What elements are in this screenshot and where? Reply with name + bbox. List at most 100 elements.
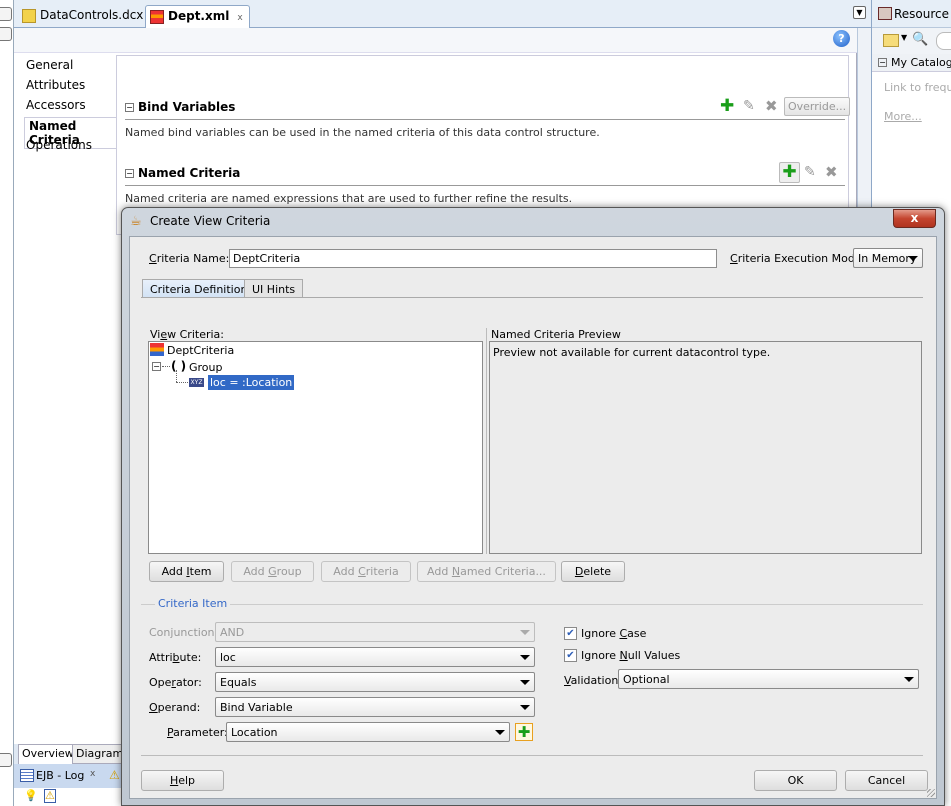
warning-filter-icon[interactable]: ⚠ bbox=[44, 789, 56, 803]
add-icon[interactable]: ✚ bbox=[720, 96, 734, 116]
chevron-down-icon bbox=[520, 655, 530, 660]
operator-select[interactable]: Equals bbox=[215, 672, 535, 692]
conjunction-select[interactable]: AND bbox=[215, 622, 535, 642]
minimize-button[interactable] bbox=[0, 7, 12, 21]
nav-accessors[interactable]: Accessors bbox=[26, 98, 86, 112]
close-tab-icon[interactable]: x bbox=[237, 13, 242, 23]
close-log-icon[interactable]: x bbox=[90, 769, 95, 779]
cancel-button[interactable]: Cancel bbox=[845, 770, 928, 791]
chevron-down-icon bbox=[908, 256, 918, 261]
tree-line bbox=[176, 382, 188, 383]
collapse-icon[interactable]: − bbox=[125, 169, 134, 178]
attribute-select[interactable]: loc bbox=[215, 647, 535, 667]
tab-datacontrols[interactable]: DataControls.dcxx bbox=[18, 5, 163, 28]
collapse-icon[interactable]: − bbox=[878, 58, 887, 67]
log-icon bbox=[20, 769, 34, 782]
tab-overview[interactable]: Overview bbox=[18, 744, 78, 764]
chevron-down-icon bbox=[904, 677, 914, 682]
tree-item-selected[interactable]: loc = :Location bbox=[208, 375, 295, 390]
my-catalogs-header[interactable]: −My Catalogs bbox=[872, 54, 951, 72]
add-parameter-button[interactable]: ✚ bbox=[515, 723, 533, 741]
nav-attributes[interactable]: Attributes bbox=[26, 78, 85, 92]
criteria-item-divider bbox=[141, 604, 923, 605]
operand-select[interactable]: Bind Variable bbox=[215, 697, 535, 717]
help-button[interactable]: Help bbox=[141, 770, 224, 791]
xml-structure-icon bbox=[150, 10, 164, 24]
criteria-name-input[interactable]: DeptCriteria bbox=[229, 249, 717, 268]
search-icon[interactable]: 🔍 bbox=[912, 32, 928, 47]
criteria-item-legend: Criteria Item bbox=[155, 597, 231, 610]
new-catalog-icon[interactable] bbox=[883, 34, 899, 47]
create-view-criteria-dialog: ☕ Create View Criteria x Criteria Name: … bbox=[121, 207, 945, 806]
delete-icon[interactable]: ✖ bbox=[825, 163, 838, 181]
ignore-null-checkbox[interactable]: ✔ bbox=[564, 649, 577, 662]
add-named-criteria-button[interactable]: Add Named Criteria... bbox=[417, 561, 556, 582]
log-tab-label[interactable]: EJB - Log bbox=[36, 769, 84, 782]
criteria-name-label: Criteria Name: bbox=[149, 252, 230, 265]
ok-button[interactable]: OK bbox=[754, 770, 837, 791]
ignore-case-checkbox[interactable]: ✔ bbox=[564, 627, 577, 640]
validation-select[interactable]: Optional bbox=[618, 669, 919, 689]
attribute-label: Attribute: bbox=[149, 651, 202, 664]
view-criteria-tree[interactable]: DeptCriteria − ( ) Group XYZ loc = :Loca… bbox=[148, 341, 483, 554]
nav-general[interactable]: General bbox=[26, 58, 73, 72]
delete-button[interactable]: Delete bbox=[561, 561, 625, 582]
add-named-criteria-icon[interactable]: ✚ bbox=[779, 162, 800, 183]
view-criteria-label: View Criteria: bbox=[150, 328, 224, 341]
bind-variables-header: − Bind Variables bbox=[125, 100, 845, 120]
collapse-icon[interactable]: − bbox=[125, 103, 134, 112]
preview-label: Named Criteria Preview bbox=[491, 328, 621, 341]
named-criteria-description: Named criteria are named expressions tha… bbox=[125, 192, 573, 205]
tree-collapse-icon[interactable]: − bbox=[152, 362, 161, 371]
validation-label: Validation: bbox=[564, 674, 623, 687]
help-icon[interactable]: ? bbox=[833, 30, 850, 47]
xyz-attribute-icon: XYZ bbox=[189, 378, 204, 387]
chevron-down-icon bbox=[520, 705, 530, 710]
add-group-button[interactable]: Add Group bbox=[231, 561, 314, 582]
bottom-tabs: Overview Diagram bbox=[14, 744, 128, 764]
override-button[interactable]: Override... bbox=[784, 97, 851, 116]
tab-diagram[interactable]: Diagram bbox=[72, 744, 128, 764]
tree-line bbox=[176, 370, 177, 382]
tree-group[interactable]: Group bbox=[189, 361, 223, 374]
resource-toolbar: ▼ 🔍 bbox=[872, 28, 951, 54]
dialog-close-button[interactable]: x bbox=[893, 209, 936, 228]
add-item-button[interactable]: Add Item bbox=[149, 561, 224, 582]
bind-variables-description: Named bind variables can be used in the … bbox=[125, 126, 600, 139]
search-input[interactable] bbox=[936, 32, 951, 50]
splitter[interactable] bbox=[486, 328, 487, 554]
dialog-body: Criteria Name: DeptCriteria Criteria Exe… bbox=[129, 236, 937, 799]
dropdown-arrow-icon[interactable]: ▼ bbox=[901, 33, 907, 42]
tab-ui-hints[interactable]: UI Hints bbox=[244, 279, 304, 297]
warning-icon: ⚠ bbox=[109, 768, 120, 782]
dropdown-button[interactable] bbox=[0, 27, 12, 41]
operator-label: Operator: bbox=[149, 676, 202, 689]
add-criteria-button[interactable]: Add Criteria bbox=[321, 561, 411, 582]
edit-icon[interactable]: ✎ bbox=[743, 98, 755, 114]
tab-dept-xml[interactable]: Dept.xml x bbox=[145, 5, 250, 28]
tab-criteria-definition[interactable]: Criteria Definition bbox=[142, 279, 256, 297]
tab-divider bbox=[141, 297, 923, 298]
operand-label: Operand: bbox=[149, 701, 201, 714]
resize-grip[interactable] bbox=[927, 789, 935, 797]
java-cup-icon: ☕ bbox=[130, 214, 142, 229]
log-area: 💡 ⚠ bbox=[14, 788, 124, 806]
tab-list-dropdown[interactable]: ▼ bbox=[853, 6, 866, 19]
add-icon: ✚ bbox=[517, 723, 531, 741]
editor-tab-bar: DataControls.dcxx Dept.xmlx ▼ bbox=[14, 0, 871, 28]
execution-mode-select[interactable]: In Memory bbox=[853, 248, 923, 268]
parameter-select[interactable]: Location bbox=[226, 722, 510, 742]
minimize-button-bottom[interactable] bbox=[0, 753, 12, 767]
edit-icon[interactable]: ✎ bbox=[804, 164, 816, 180]
parameter-label: Parameter: bbox=[167, 726, 228, 739]
folder-icon bbox=[22, 9, 36, 23]
ignore-case-label: Ignore Case bbox=[581, 627, 647, 640]
nav-operations[interactable]: Operations bbox=[26, 138, 92, 152]
log-tab-bar: EJB - Log x ⚠ bbox=[14, 764, 124, 788]
more-link[interactable]: More... bbox=[884, 110, 922, 123]
named-criteria-header: − Named Criteria bbox=[125, 166, 845, 186]
resource-palette-title: Resource Palette bbox=[872, 0, 951, 28]
lightbulb-icon[interactable]: 💡 bbox=[24, 789, 38, 802]
delete-icon[interactable]: ✖ bbox=[765, 97, 778, 115]
tree-root[interactable]: DeptCriteria bbox=[167, 344, 234, 357]
